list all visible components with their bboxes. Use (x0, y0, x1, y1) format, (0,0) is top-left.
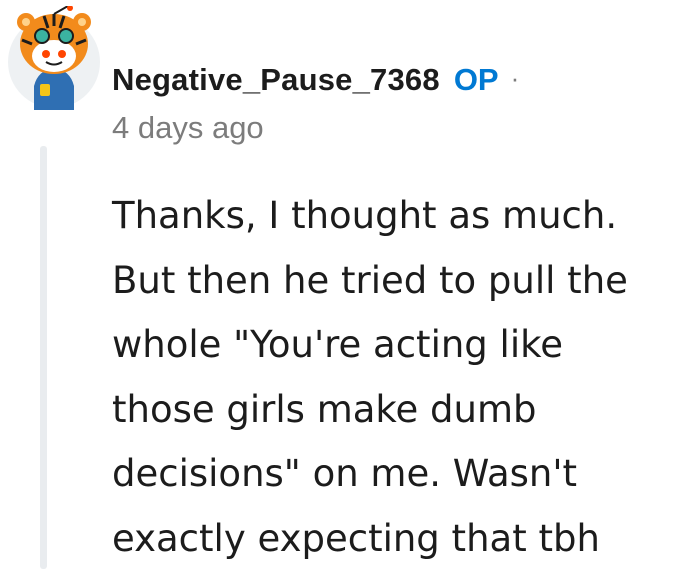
comment-body-line: those girls make dumb (112, 387, 537, 431)
comment-body-line: decisions" on me. Wasn't (112, 452, 578, 495)
comment: Negative_Pause_7368 OP · 4 days ago Than… (0, 0, 684, 569)
comment-body-line: whole "You're acting like (112, 323, 563, 366)
avatar[interactable] (4, 5, 104, 112)
op-badge: OP (453, 62, 499, 97)
comment-body-line: exactly expecting that tbh (112, 516, 600, 560)
comment-body-line: Thanks, I thought as much. (112, 194, 618, 237)
comment-body-line: But then he tried to pull the (112, 258, 628, 302)
username-link[interactable]: Negative_Pause_7368 (112, 62, 440, 98)
snoo-tiger-avatar-icon (8, 5, 100, 110)
comment-timestamp[interactable]: 4 days ago (112, 110, 264, 146)
comment-header: Negative_Pause_7368 OP · (112, 58, 519, 102)
separator-dot: · (510, 62, 520, 93)
thread-line[interactable] (40, 146, 47, 569)
comment-body: Thanks, I thought as much. But then he t… (112, 184, 672, 569)
